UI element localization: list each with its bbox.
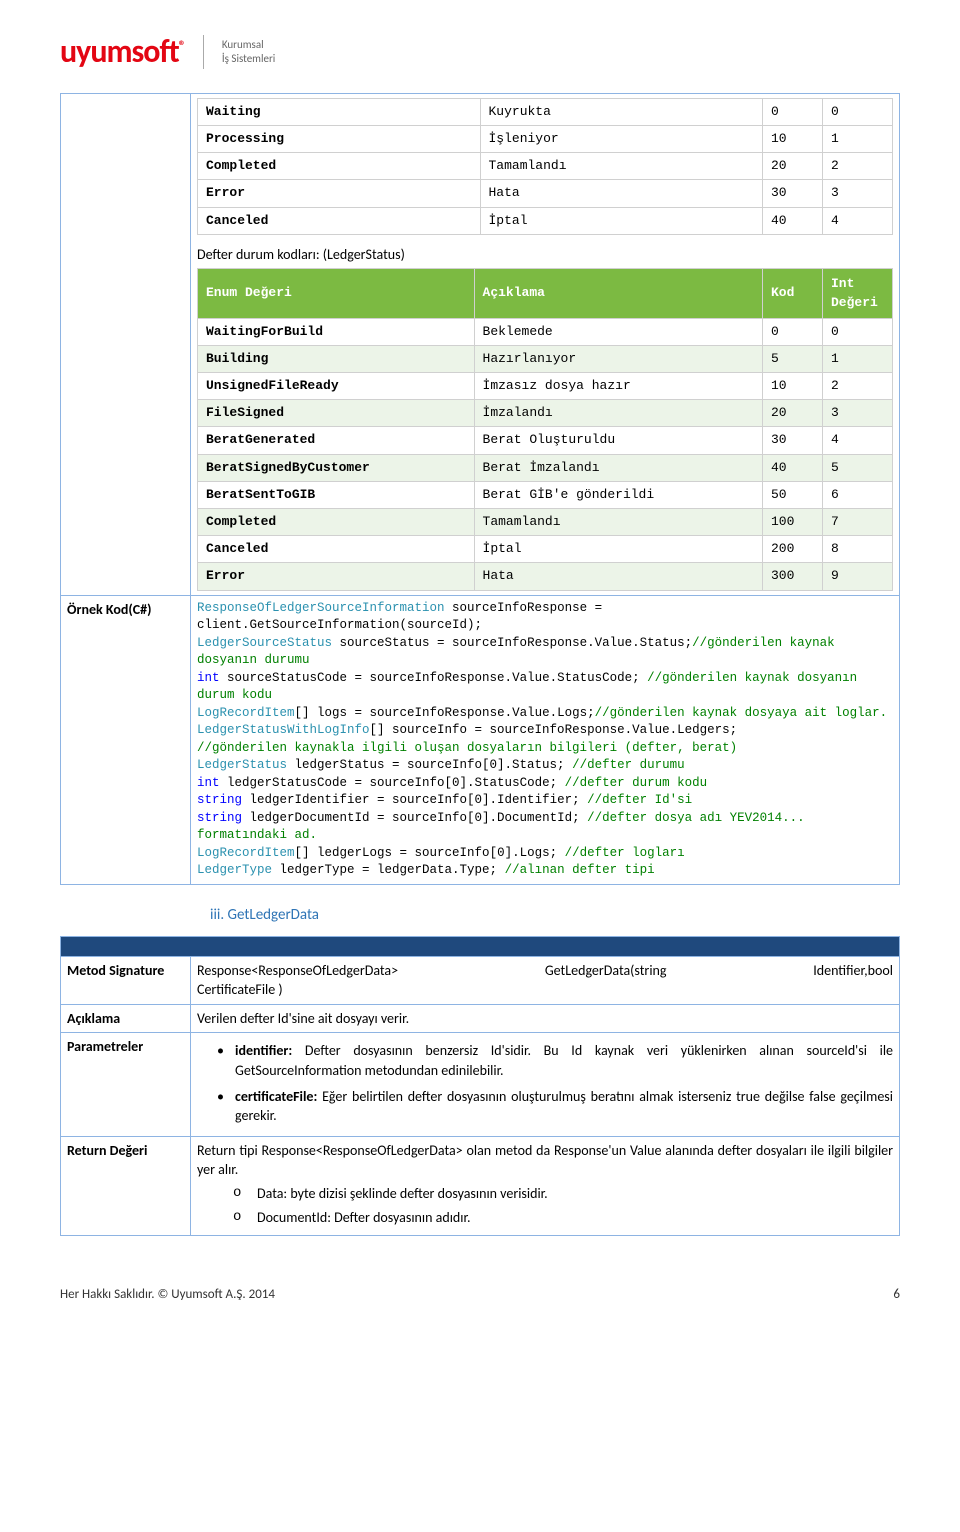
col-desc: Açıklama xyxy=(474,269,762,318)
description-value: Verilen defter Id'sine ait dosyayı verir… xyxy=(191,1004,900,1033)
table-row: UnsignedFileReadyİmzasız dosya hazır102 xyxy=(198,373,893,400)
description-label: Açıklama xyxy=(61,1004,191,1033)
method-signature-label: Metod Signature xyxy=(61,956,191,1004)
return-data: Data: byte dizisi şeklinde defter dosyas… xyxy=(257,1184,893,1204)
col-int: Int Değeri xyxy=(823,269,893,318)
logo-divider xyxy=(203,35,204,69)
table-row: Canceledİptal404 xyxy=(198,207,893,234)
table-row: WaitingKuyrukta00 xyxy=(198,98,893,125)
example-code-cell: ResponseOfLedgerSourceInformation source… xyxy=(191,595,900,884)
footer-pagenum: 6 xyxy=(893,1286,900,1304)
logo-reg: ® xyxy=(179,37,185,54)
return-label: Return Değeri xyxy=(61,1136,191,1235)
param-identifier: identifier: Defter dosyasının benzersiz … xyxy=(235,1041,893,1080)
table-row: BeratSentToGIBBerat GİB'e gönderildi506 xyxy=(198,481,893,508)
return-value: Return tipi Response<ResponseOfLedgerDat… xyxy=(191,1136,900,1235)
ledger-status-caption: Defter durum kodları: (LedgerStatus) xyxy=(197,245,893,265)
page-footer: Her Hakkı Saklıdır. © Uyumsoft A.Ş. 2014… xyxy=(60,1286,900,1304)
table-row: ErrorHata303 xyxy=(198,180,893,207)
tables-cell: WaitingKuyrukta00Processingİşleniyor101C… xyxy=(191,93,900,595)
table-row: BuildingHazırlanıyor51 xyxy=(198,345,893,372)
parameters-label: Parametreler xyxy=(61,1033,191,1136)
brand-header: uyumsoft® Kurumsalİş Sistemleri xyxy=(60,30,900,75)
return-documentid: DocumentId: Defter dosyasının adıdır. xyxy=(257,1208,893,1228)
method-table: Metod Signature Response<ResponseOfLedge… xyxy=(60,956,900,1237)
example-code-label: Örnek Kod(C#) xyxy=(61,595,191,884)
logo-name: uyumsoft xyxy=(60,32,179,71)
table-row: Processingİşleniyor101 xyxy=(198,125,893,152)
table-row: Canceledİptal2008 xyxy=(198,536,893,563)
table-row: CompletedTamamlandı202 xyxy=(198,153,893,180)
section-num: iii. xyxy=(210,906,224,924)
left-blank-cell xyxy=(61,93,191,595)
ledger-status-table: Enum Değeri Açıklama Kod Int Değeri Wait… xyxy=(197,268,893,590)
table-row: FileSignedİmzalandı203 xyxy=(198,400,893,427)
table-row: CompletedTamamlandı1007 xyxy=(198,509,893,536)
table-row: BeratSignedByCustomerBerat İmzalandı405 xyxy=(198,454,893,481)
param-certificatefile: certificateFile: Eğer belirtilen defter … xyxy=(235,1087,893,1126)
logo-subtitle: Kurumsalİş Sistemleri xyxy=(222,38,276,67)
table-row: WaitingForBuildBeklemede00 xyxy=(198,318,893,345)
brand-logo: uyumsoft® xyxy=(60,30,185,75)
col-enum: Enum Değeri xyxy=(198,269,475,318)
table-row: ErrorHata3009 xyxy=(198,563,893,590)
code-block: ResponseOfLedgerSourceInformation source… xyxy=(197,600,893,880)
section-title: GetLedgerData xyxy=(228,906,319,924)
method-signature-value: Response<ResponseOfLedgerData> GetLedger… xyxy=(191,956,900,1004)
table-row: BeratGeneratedBerat Oluşturuldu304 xyxy=(198,427,893,454)
footer-copyright: Her Hakkı Saklıdır. © Uyumsoft A.Ş. 2014 xyxy=(60,1286,275,1304)
parameters-value: identifier: Defter dosyasının benzersiz … xyxy=(191,1033,900,1136)
main-content-table: WaitingKuyrukta00Processingİşleniyor101C… xyxy=(60,93,900,885)
section-heading: iii. GetLedgerData xyxy=(210,905,900,926)
source-status-table: WaitingKuyrukta00Processingİşleniyor101C… xyxy=(197,98,893,235)
section-bar xyxy=(60,936,900,956)
col-kod: Kod xyxy=(763,269,823,318)
